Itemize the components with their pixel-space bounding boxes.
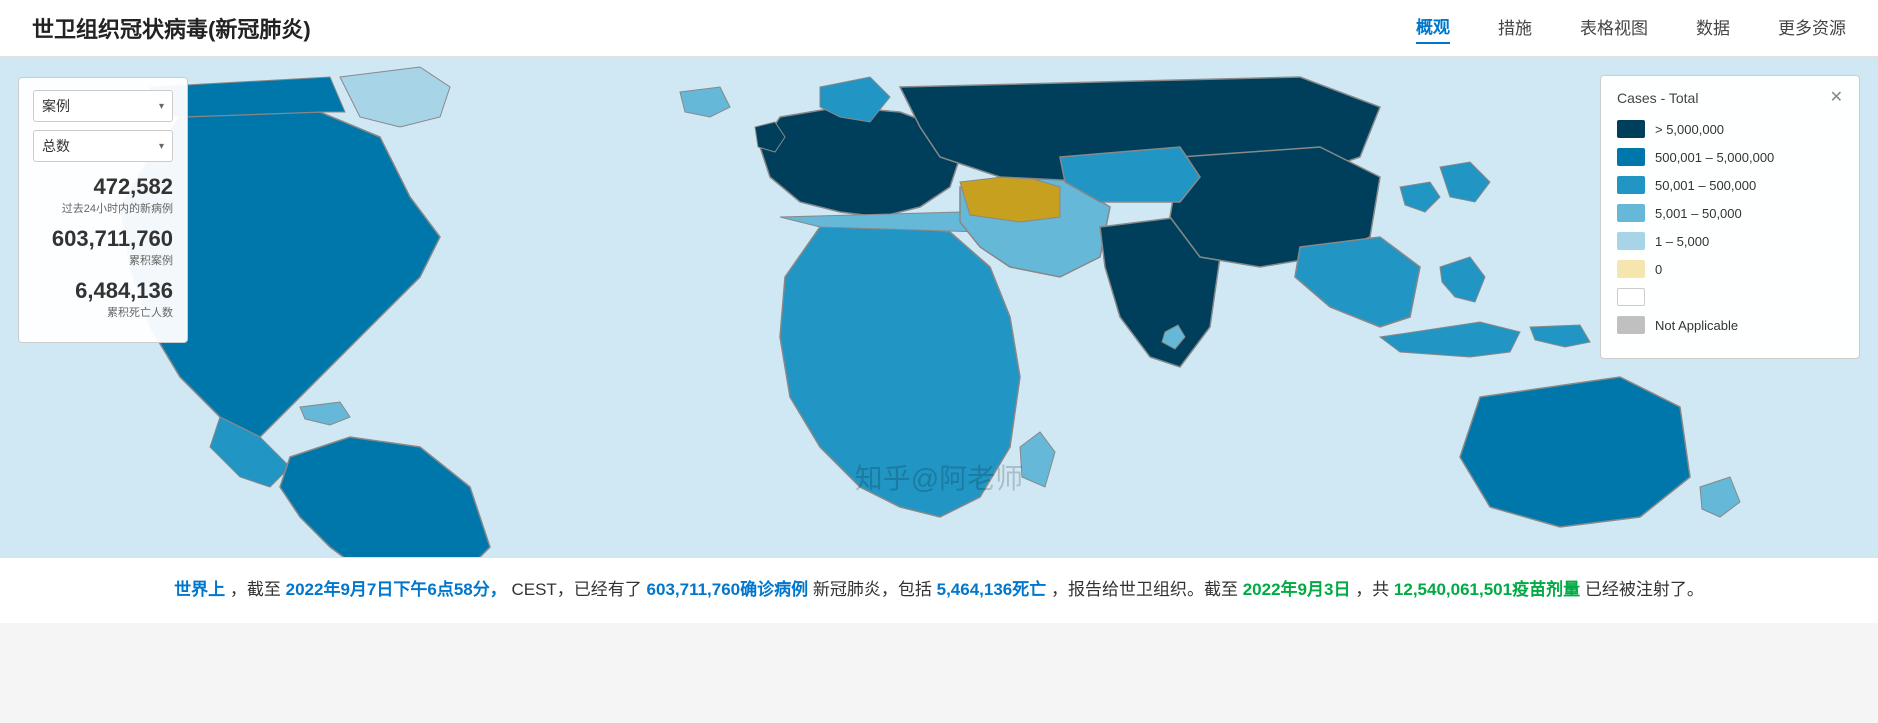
summary-part4: ，报告给世卫组织。截至 — [1051, 580, 1243, 599]
legend-label: 5,001 – 50,000 — [1655, 206, 1742, 221]
legend-color-swatch — [1617, 176, 1645, 194]
nav-item-measures[interactable]: 措施 — [1498, 14, 1532, 43]
metric-dropdown[interactable]: 总数 ▾ — [33, 130, 173, 162]
world-map[interactable] — [0, 57, 1878, 557]
chevron-down-icon: ▾ — [159, 141, 164, 152]
main-nav: 概观 措施 表格视图 数据 更多资源 — [1416, 13, 1846, 44]
new-cases-value: 472,582 — [33, 174, 173, 200]
stats-panel: 案例 ▾ 总数 ▾ 472,582 过去24小时内的新病例 603,711,76… — [18, 77, 188, 343]
legend-label: 50,001 – 500,000 — [1655, 178, 1756, 193]
legend-label: 0 — [1655, 262, 1662, 277]
total-deaths-label: 累积死亡人数 — [33, 304, 173, 320]
cases-highlight: 603,711,760确诊病例 — [647, 580, 809, 599]
vaccine-date-highlight: 2022年9月3日 — [1243, 580, 1351, 599]
legend-color-swatch — [1617, 232, 1645, 250]
category-dropdown[interactable]: 案例 ▾ — [33, 90, 173, 122]
vaccine-highlight: 12,540,061,501疫苗剂量 — [1394, 580, 1580, 599]
stats-block: 472,582 过去24小时内的新病例 603,711,760 累积案例 6,4… — [33, 174, 173, 320]
map-section: 案例 ▾ 总数 ▾ 472,582 过去24小时内的新病例 603,711,76… — [0, 57, 1878, 557]
date-highlight: 2022年9月7日下午6点58分， — [286, 580, 507, 599]
legend-label: > 5,000,000 — [1655, 122, 1724, 137]
chevron-down-icon: ▾ — [159, 101, 164, 112]
legend-items: > 5,000,000 500,001 – 5,000,000 50,001 – 5… — [1617, 120, 1843, 334]
legend-item: 500,001 – 5,000,000 — [1617, 148, 1843, 166]
app-title: 世卫组织冠状病毒(新冠肺炎) — [32, 12, 311, 44]
world-label: 世界上 — [174, 580, 225, 599]
total-cases-label: 累积案例 — [33, 252, 173, 268]
legend-title: Cases - Total — [1617, 90, 1698, 106]
nav-item-data[interactable]: 数据 — [1696, 14, 1730, 43]
legend-item: Not Applicable — [1617, 316, 1843, 334]
legend-header: Cases - Total ✕ — [1617, 90, 1843, 106]
legend-color-swatch — [1617, 260, 1645, 278]
nav-item-overview[interactable]: 概观 — [1416, 13, 1450, 44]
category-dropdown-label: 案例 — [42, 96, 70, 116]
legend-label: 500,001 – 5,000,000 — [1655, 150, 1774, 165]
app-header: 世卫组织冠状病毒(新冠肺炎) 概观 措施 表格视图 数据 更多资源 — [0, 0, 1878, 57]
legend-item: > 5,000,000 — [1617, 120, 1843, 138]
legend-item: 0 — [1617, 260, 1843, 278]
legend-item: 5,001 – 50,000 — [1617, 204, 1843, 222]
legend-label: 1 – 5,000 — [1655, 234, 1709, 249]
total-cases-value: 603,711,760 — [33, 226, 173, 252]
legend-item — [1617, 288, 1843, 306]
deaths-highlight: 5,464,136死亡 — [937, 580, 1047, 599]
summary-part5: ，共 — [1355, 580, 1394, 599]
legend-color-swatch — [1617, 148, 1645, 166]
metric-dropdown-label: 总数 — [42, 136, 70, 156]
summary-text: 世界上 ，截至 2022年9月7日下午6点58分， CEST，已经有了 603,… — [0, 557, 1878, 623]
legend-color-swatch — [1617, 288, 1645, 306]
close-icon[interactable]: ✕ — [1830, 90, 1843, 106]
legend-color-swatch — [1617, 204, 1645, 222]
new-cases-label: 过去24小时内的新病例 — [33, 200, 173, 216]
legend-color-swatch — [1617, 120, 1645, 138]
legend-panel: Cases - Total ✕ > 5,000,000 500,001 – 5,0… — [1600, 75, 1860, 359]
legend-item: 1 – 5,000 — [1617, 232, 1843, 250]
summary-part6: 已经被注射了。 — [1585, 580, 1704, 599]
legend-item: 50,001 – 500,000 — [1617, 176, 1843, 194]
total-deaths-value: 6,484,136 — [33, 278, 173, 304]
summary-part1: ，截至 — [230, 580, 286, 599]
nav-item-more[interactable]: 更多资源 — [1778, 14, 1846, 43]
summary-part2: CEST，已经有了 — [511, 580, 646, 599]
summary-part3: 新冠肺炎，包括 — [813, 580, 937, 599]
nav-item-table[interactable]: 表格视图 — [1580, 14, 1648, 43]
legend-label: Not Applicable — [1655, 318, 1738, 333]
legend-color-swatch — [1617, 316, 1645, 334]
